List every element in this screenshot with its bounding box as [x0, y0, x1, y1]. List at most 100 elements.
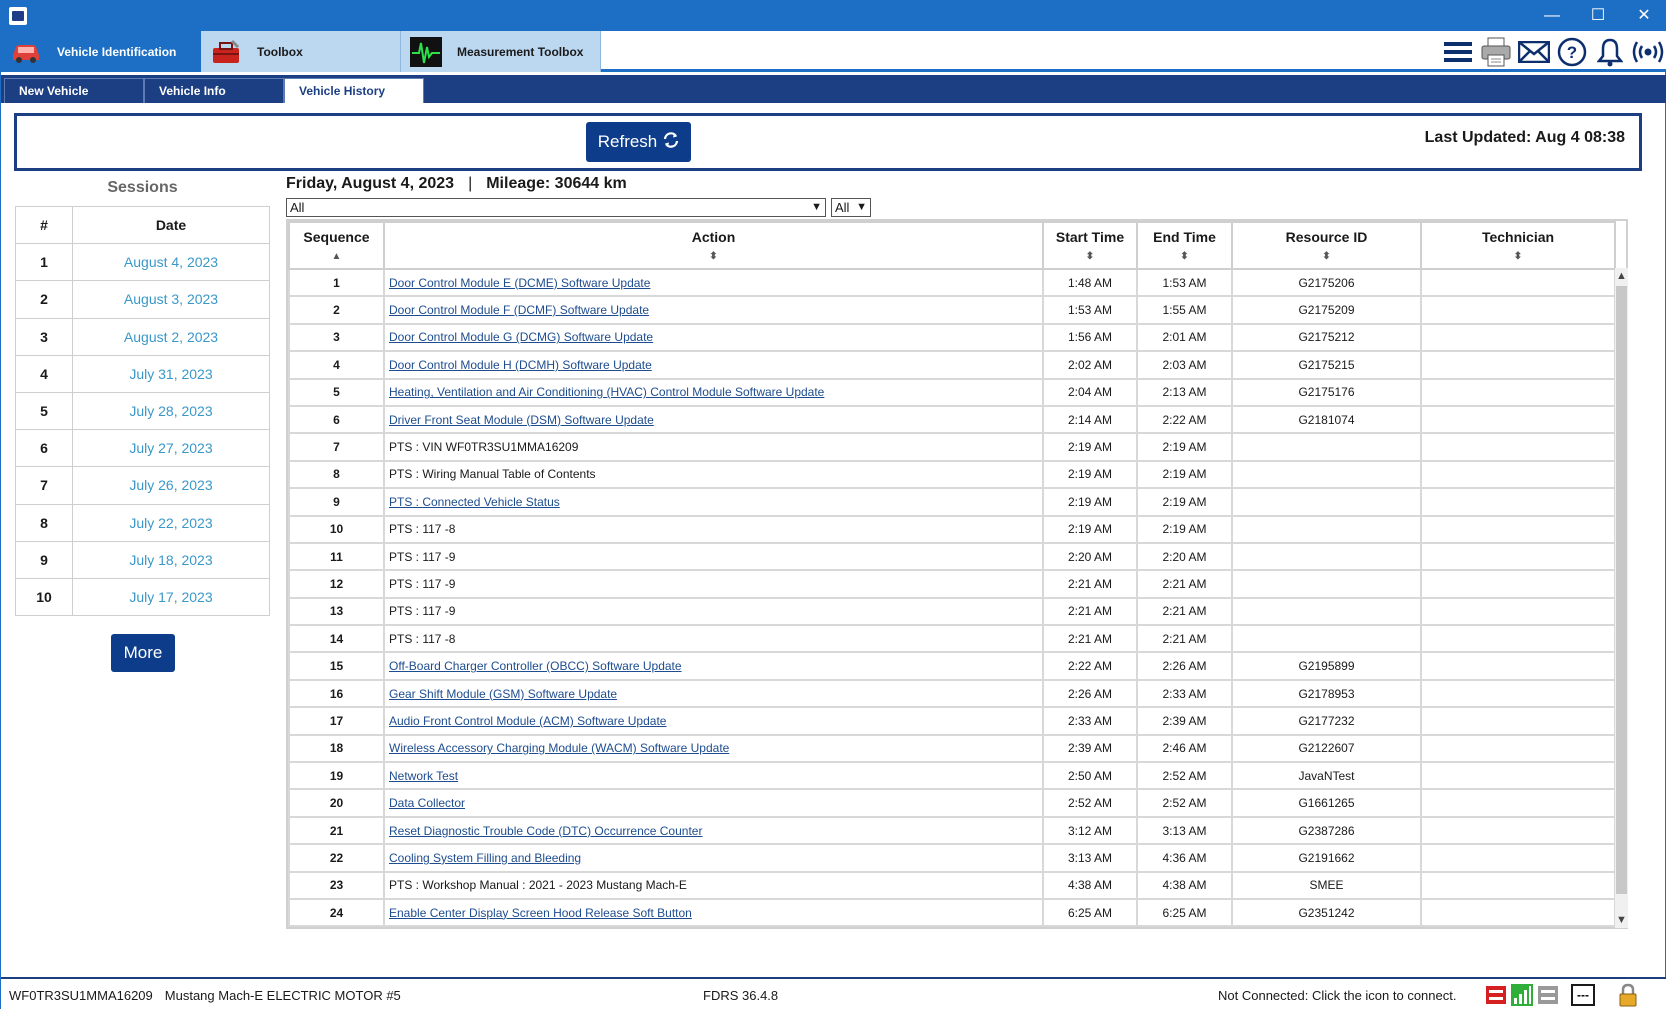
vertical-scrollbar[interactable]: ▲ ▼	[1615, 268, 1628, 928]
col-resource-id[interactable]: Resource ID ⬍	[1231, 221, 1422, 270]
row-end-time: 2:21 AM	[1162, 604, 1207, 619]
scroll-thumb[interactable]	[1616, 286, 1627, 894]
row-sequence-cell: 5	[288, 377, 385, 407]
row-start-time: 4:38 AM	[1067, 878, 1113, 893]
row-action-link[interactable]: Heating, Ventilation and Air Conditionin…	[389, 385, 824, 399]
signal-strength-icon[interactable]	[1511, 983, 1533, 1007]
row-technician-cell	[1420, 596, 1616, 627]
session-date-link[interactable]: July 17, 2023	[72, 577, 270, 617]
tab-vehicle-history[interactable]: Vehicle History	[284, 78, 424, 103]
row-action-cell: PTS : 117 -8	[383, 514, 1044, 544]
row-action-link-cell: Driver Front Seat Module (DSM) Software …	[383, 404, 1044, 435]
row-action-link[interactable]: Wireless Accessory Charging Module (WACM…	[389, 741, 729, 755]
row-action-link[interactable]: Reset Diagnostic Trouble Code (DTC) Occu…	[389, 824, 702, 838]
mail-icon[interactable]	[1515, 33, 1553, 71]
row-action-link[interactable]: Driver Front Seat Module (DSM) Software …	[389, 413, 654, 427]
row-action-link[interactable]: Audio Front Control Module (ACM) Softwar…	[389, 714, 666, 728]
refresh-button[interactable]: Refresh	[586, 122, 691, 162]
session-number: 6	[15, 429, 73, 468]
session-row[interactable]: 6 July 27, 2023	[15, 429, 270, 468]
row-start-time: 2:19 AM	[1067, 494, 1113, 509]
module-tab-toolbox[interactable]: Toolbox	[201, 31, 401, 72]
row-resource-id: G1661265	[1298, 796, 1355, 811]
lock-icon[interactable]	[1617, 983, 1639, 1007]
session-date-link[interactable]: August 4, 2023	[72, 243, 270, 282]
vci-disconnected-icon[interactable]	[1485, 983, 1507, 1007]
minimize-button[interactable]: —	[1529, 1, 1575, 31]
session-row[interactable]: 10 July 17, 2023	[15, 577, 270, 617]
session-row[interactable]: 8 July 22, 2023	[15, 503, 270, 542]
sort-icon[interactable]: ⬍	[1044, 251, 1136, 262]
session-date-link[interactable]: August 2, 2023	[72, 317, 270, 356]
row-action-link[interactable]: Network Test	[389, 769, 458, 783]
row-action-link[interactable]: Off-Board Charger Controller (OBCC) Soft…	[389, 659, 682, 673]
session-row[interactable]: 3 August 2, 2023	[15, 317, 270, 356]
session-row[interactable]: 5 July 28, 2023	[15, 391, 270, 431]
scroll-down-icon[interactable]: ▼	[1615, 912, 1628, 928]
close-button[interactable]: ✕	[1621, 1, 1666, 31]
row-action-cell: PTS : 117 -9	[383, 569, 1044, 599]
bell-icon[interactable]	[1591, 33, 1629, 71]
session-date-link[interactable]: July 18, 2023	[72, 540, 270, 579]
scroll-up-icon[interactable]: ▲	[1615, 268, 1628, 284]
session-date-link[interactable]: July 27, 2023	[72, 429, 270, 468]
row-action-link-cell: Off-Board Charger Controller (OBCC) Soft…	[383, 651, 1044, 681]
col-start-time[interactable]: Start Time ⬍	[1042, 221, 1138, 270]
row-end-time: 2:01 AM	[1162, 330, 1207, 345]
row-action-link[interactable]: Door Control Module H (DCMH) Software Up…	[389, 358, 652, 372]
action-filter-select[interactable]: All ▼	[286, 198, 826, 217]
row-action-link[interactable]: Data Collector	[389, 796, 465, 810]
session-date-link[interactable]: July 31, 2023	[72, 354, 270, 393]
session-date-link[interactable]: August 3, 2023	[72, 280, 270, 319]
row-action-link[interactable]: Door Control Module F (DCMF) Software Up…	[389, 303, 649, 317]
sort-icon[interactable]: ⬍	[1233, 251, 1420, 262]
tab-vehicle-info[interactable]: Vehicle Info	[144, 78, 284, 103]
row-start-time-cell: 6:25 AM	[1042, 897, 1138, 928]
row-end-time: 4:36 AM	[1162, 850, 1207, 865]
row-start-time: 2:14 AM	[1067, 412, 1113, 427]
session-row[interactable]: 7 July 26, 2023	[15, 466, 270, 505]
resource-filter-select[interactable]: All ▼	[831, 198, 871, 217]
status-box[interactable]: ---	[1571, 984, 1595, 1006]
col-action[interactable]: Action ⬍	[383, 221, 1044, 270]
sort-icon[interactable]: ⬍	[1422, 251, 1614, 262]
col-end-time[interactable]: End Time ⬍	[1136, 221, 1233, 270]
row-end-time: 2:19 AM	[1162, 440, 1207, 455]
session-row[interactable]: 1 August 4, 2023	[15, 243, 270, 282]
maximize-button[interactable]: ☐	[1575, 1, 1621, 31]
row-technician-cell	[1420, 377, 1616, 407]
row-action-link[interactable]: Door Control Module G (DCMG) Software Up…	[389, 330, 653, 344]
session-row[interactable]: 2 August 3, 2023	[15, 280, 270, 319]
tab-new-vehicle[interactable]: New Vehicle	[4, 78, 144, 103]
session-row[interactable]: 9 July 18, 2023	[15, 540, 270, 579]
row-end-time-cell: 2:13 AM	[1136, 377, 1233, 407]
row-action-link[interactable]: Enable Center Display Screen Hood Releas…	[389, 906, 692, 920]
wireless-icon[interactable]	[1629, 33, 1666, 71]
row-start-time-cell: 2:19 AM	[1042, 432, 1138, 462]
more-button[interactable]: More	[111, 634, 175, 672]
row-action-link[interactable]: Cooling System Filling and Bleeding	[389, 851, 581, 865]
sort-icon[interactable]: ⬍	[1138, 251, 1231, 262]
session-date-link[interactable]: July 26, 2023	[72, 466, 270, 505]
row-resource-id: G2177232	[1298, 713, 1355, 728]
col-technician[interactable]: Technician ⬍	[1420, 221, 1616, 270]
session-row[interactable]: 4 July 31, 2023	[15, 354, 270, 393]
row-action-link[interactable]: Gear Shift Module (GSM) Software Update	[389, 687, 617, 701]
row-action-link[interactable]: Door Control Module E (DCME) Software Up…	[389, 276, 650, 290]
network-adapter-icon[interactable]	[1537, 983, 1559, 1007]
sort-ascending-icon[interactable]: ▲	[290, 251, 383, 262]
session-date-link[interactable]: July 28, 2023	[72, 391, 270, 431]
help-icon[interactable]: ?	[1553, 33, 1591, 71]
row-technician-cell	[1420, 870, 1616, 900]
col-label: Start Time	[1055, 229, 1125, 245]
module-tab-measurement-toolbox[interactable]: Measurement Toolbox	[401, 31, 601, 72]
row-action-link[interactable]: PTS : Connected Vehicle Status	[389, 495, 560, 509]
col-sequence[interactable]: Sequence ▲	[288, 221, 385, 270]
module-tab-vehicle-identification[interactable]: Vehicle Identification	[1, 31, 201, 72]
row-sequence-cell: 24	[288, 897, 385, 928]
printer-icon[interactable]	[1477, 33, 1515, 71]
sort-icon[interactable]: ⬍	[385, 251, 1042, 262]
menu-icon[interactable]	[1439, 33, 1477, 71]
session-date-link[interactable]: July 22, 2023	[72, 503, 270, 542]
row-sequence: 11	[330, 549, 343, 564]
